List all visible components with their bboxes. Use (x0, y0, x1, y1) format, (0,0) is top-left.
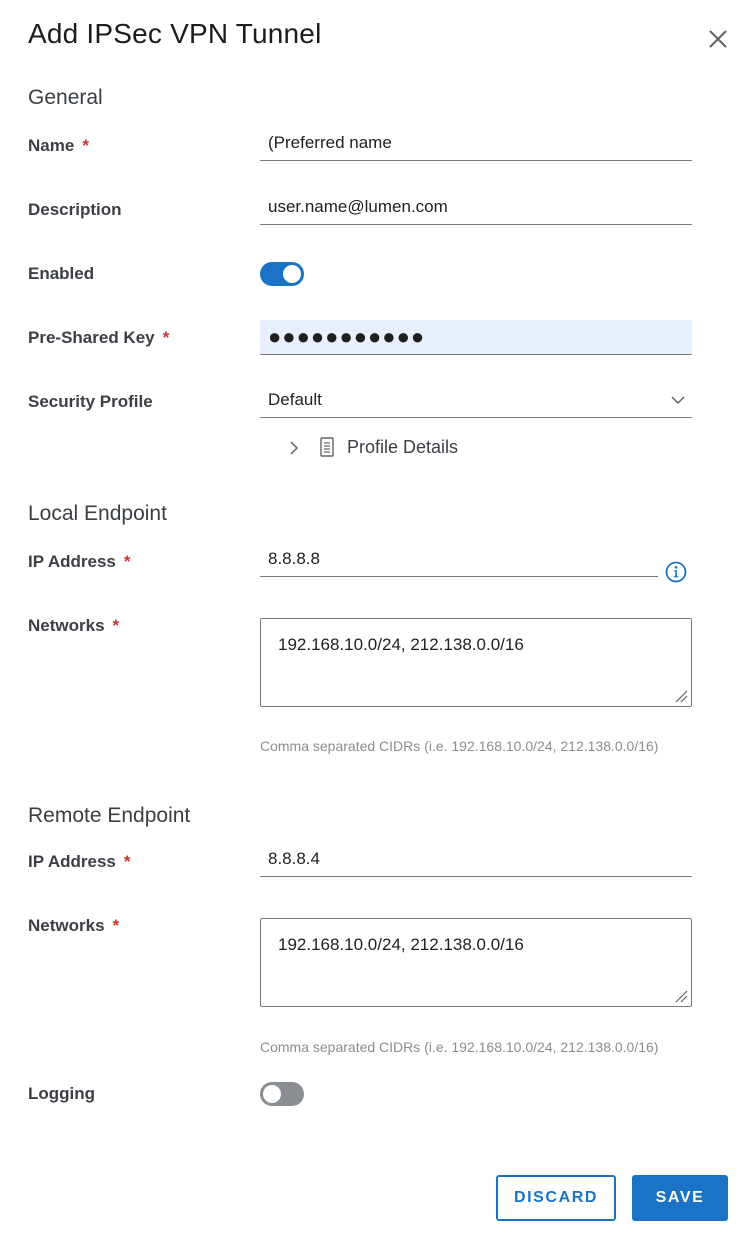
name-label: Name * (28, 136, 89, 155)
logging-label: Logging (28, 1084, 96, 1103)
close-icon[interactable] (704, 25, 732, 53)
required-marker: * (112, 616, 120, 635)
security-profile-value: Default (268, 390, 322, 409)
profile-details-label: Profile Details (347, 437, 459, 457)
dialog-title: Add IPSec VPN Tunnel (28, 18, 322, 49)
description-field[interactable] (260, 190, 692, 225)
document-icon (320, 437, 334, 457)
toggle-knob (263, 1085, 281, 1103)
resize-grip-icon[interactable] (674, 689, 688, 703)
save-button[interactable]: SAVE (632, 1175, 728, 1221)
required-marker: * (162, 328, 170, 347)
name-input[interactable] (260, 126, 692, 160)
description-input[interactable] (260, 190, 692, 224)
discard-button[interactable]: DISCARD (496, 1175, 616, 1221)
security-profile-label: Security Profile (28, 392, 153, 411)
chevron-down-icon (671, 396, 685, 405)
chevron-right-icon (290, 441, 299, 455)
section-heading-remote-endpoint: Remote Endpoint (28, 804, 191, 827)
pre-shared-key-label: Pre-Shared Key * (28, 328, 170, 347)
remote-networks-textarea[interactable]: 192.168.10.0/24, 212.138.0.0/16 (261, 919, 691, 1006)
local-ip-address-label: IP Address * (28, 552, 131, 571)
pre-shared-key-field[interactable] (260, 320, 692, 355)
description-label: Description (28, 200, 122, 219)
local-networks-label: Networks * (28, 616, 120, 635)
local-networks-textarea[interactable]: 192.168.10.0/24, 212.138.0.0/16 (261, 619, 691, 706)
pre-shared-key-input[interactable] (260, 320, 692, 354)
info-icon[interactable] (665, 561, 687, 583)
remote-networks-hint: Comma separated CIDRs (i.e. 192.168.10.0… (260, 1039, 659, 1055)
remote-networks-field[interactable]: 192.168.10.0/24, 212.138.0.0/16 (260, 918, 692, 1007)
local-networks-hint: Comma separated CIDRs (i.e. 192.168.10.0… (260, 738, 659, 754)
resize-grip-icon[interactable] (674, 989, 688, 1003)
logging-toggle[interactable] (260, 1082, 304, 1106)
security-profile-select[interactable]: Default (260, 383, 692, 418)
remote-networks-label: Networks * (28, 916, 120, 935)
name-field[interactable] (260, 126, 692, 161)
local-networks-field[interactable]: 192.168.10.0/24, 212.138.0.0/16 (260, 618, 692, 707)
required-marker: * (112, 916, 120, 935)
toggle-knob (283, 265, 301, 283)
enabled-toggle[interactable] (260, 262, 304, 286)
required-marker: * (123, 852, 131, 871)
enabled-label: Enabled (28, 264, 95, 283)
section-heading-general: General (28, 86, 103, 109)
section-heading-local-endpoint: Local Endpoint (28, 502, 167, 525)
required-marker: * (82, 136, 89, 155)
local-ip-address-field[interactable] (260, 542, 658, 577)
remote-ip-address-input[interactable] (260, 842, 692, 876)
required-marker: * (123, 552, 131, 571)
local-ip-address-input[interactable] (260, 542, 658, 576)
remote-ip-address-label: IP Address * (28, 852, 131, 871)
remote-ip-address-field[interactable] (260, 842, 692, 877)
